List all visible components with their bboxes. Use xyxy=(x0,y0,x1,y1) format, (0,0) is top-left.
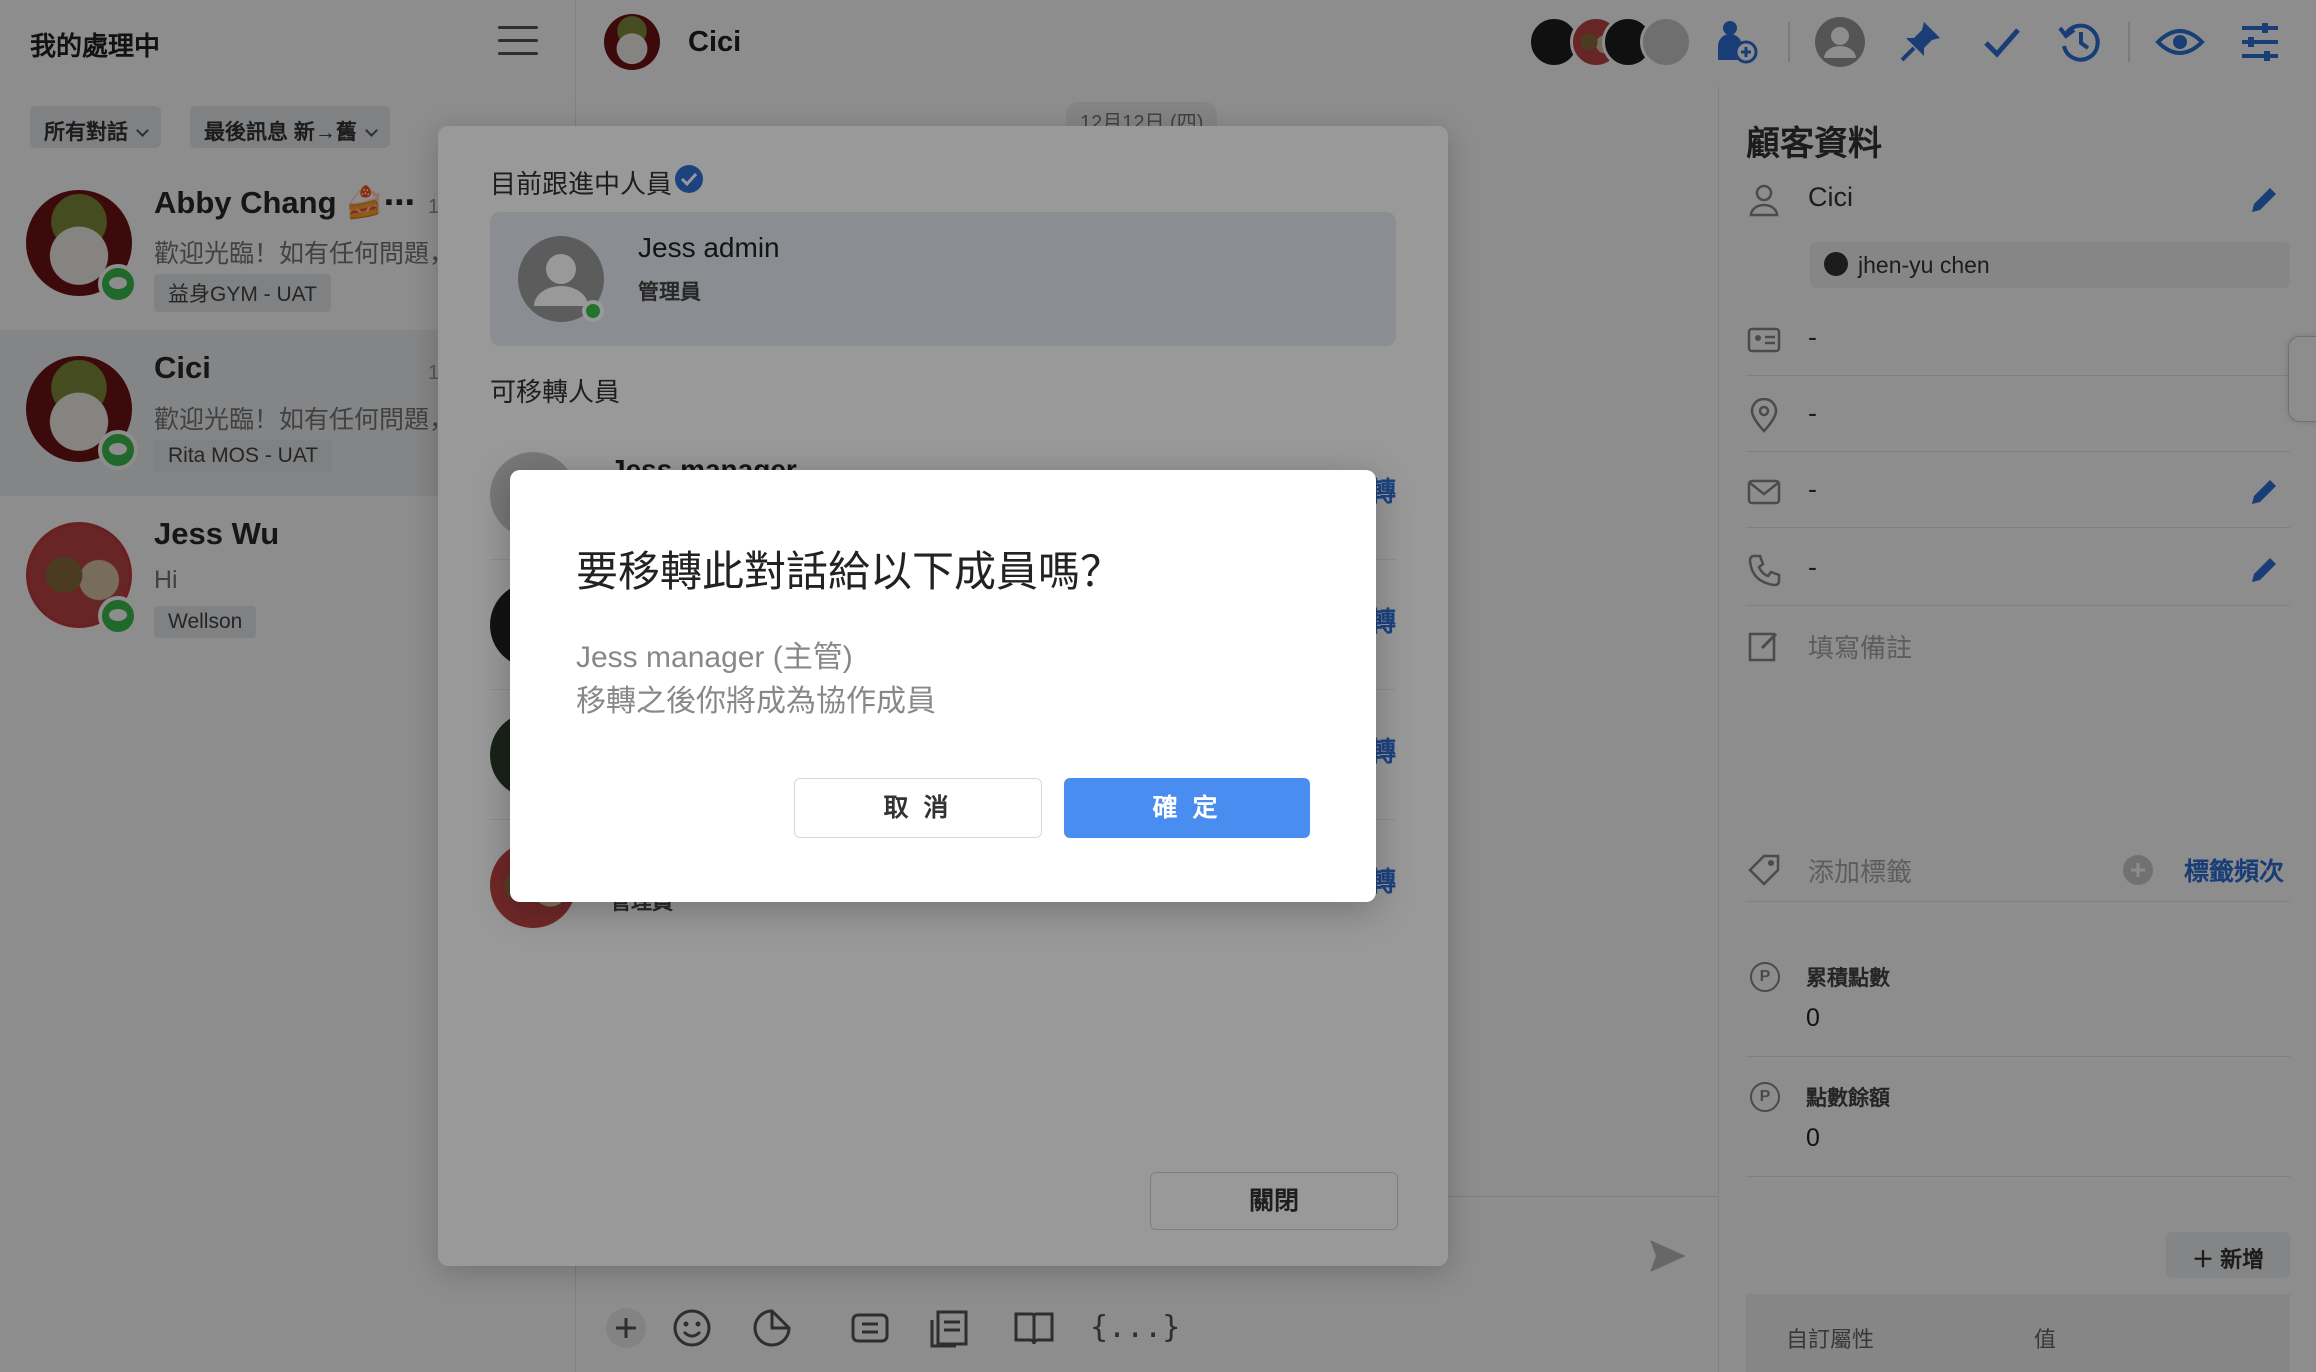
confirm-target-member: Jess manager (主管) xyxy=(576,641,853,674)
confirm-description: 移轉之後你將成為協作成員 xyxy=(576,685,936,718)
confirm-title: 要移轉此對話給以下成員嗎？ xyxy=(576,548,1123,595)
confirm-button[interactable]: 確 定 xyxy=(1064,778,1310,838)
cancel-button[interactable]: 取 消 xyxy=(794,778,1042,838)
